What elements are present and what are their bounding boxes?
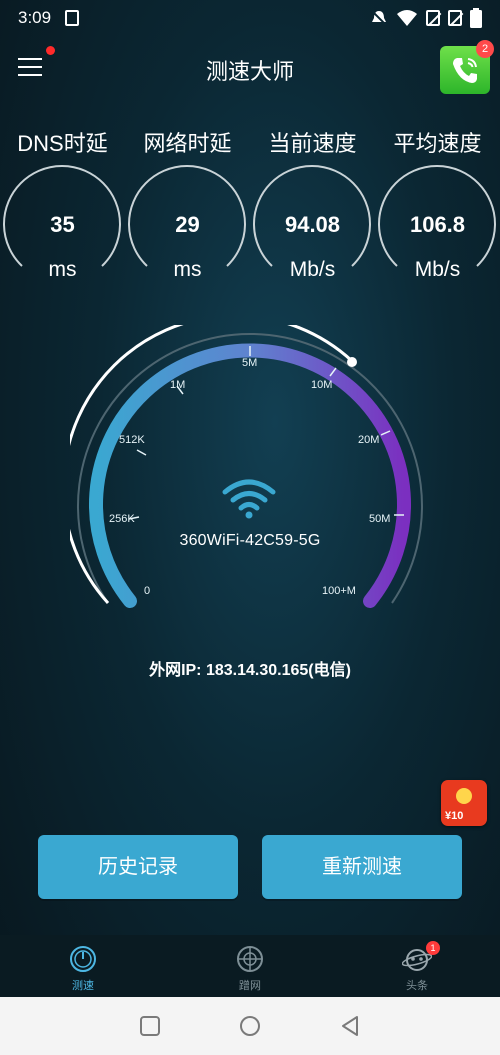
tab-label: 蹭网	[239, 980, 261, 992]
app-bar: 测速大师 2	[0, 36, 500, 100]
radar-icon	[237, 946, 263, 972]
gauge-label-512k: 512K	[119, 434, 145, 446]
metric-unit: ms	[173, 258, 202, 281]
metric-average-speed: 平均速度 106.8 Mb/s	[375, 120, 500, 300]
bottom-tab-bar: 测速 蹭网 1 头条	[0, 935, 500, 997]
metric-label: DNS时延	[17, 131, 108, 156]
metric-value: 29	[175, 212, 200, 237]
retest-button[interactable]: 重新测速	[262, 835, 462, 899]
call-button[interactable]: 2	[440, 40, 494, 94]
tab-headlines[interactable]: 1 头条	[334, 935, 500, 997]
metric-label: 当前速度	[268, 131, 357, 156]
gauge-label-50m: 50M	[369, 513, 391, 525]
gauge-label-1m: 1M	[170, 379, 186, 391]
red-packet-reward-button[interactable]: ¥10	[441, 780, 487, 826]
gauge-scale-arc	[89, 343, 411, 608]
metric-label: 平均速度	[393, 131, 482, 156]
gauge-label-20m: 20M	[358, 434, 380, 446]
history-button[interactable]: 历史记录	[38, 835, 238, 899]
gauge-label-0: 0	[144, 585, 151, 597]
gauge-outer-arc	[77, 333, 423, 604]
back-button[interactable]	[337, 1013, 363, 1039]
wifi-ssid: 360WiFi-42C59-5G	[179, 532, 321, 549]
reward-amount: ¥10	[445, 810, 464, 822]
tab-wifi-share[interactable]: 蹭网	[167, 935, 333, 997]
metric-value: 106.8	[409, 212, 466, 237]
tab-label: 测速	[72, 980, 94, 992]
system-nav-bar	[0, 997, 500, 1055]
page-title: 测速大师	[205, 59, 294, 84]
mute-icon	[371, 10, 387, 26]
gauge-indicator-dot	[347, 357, 357, 367]
metric-label: 网络时延	[143, 131, 232, 156]
tab-speedtest[interactable]: 测速	[0, 935, 166, 997]
gauge-label-5m: 5M	[242, 357, 258, 369]
speedometer-icon	[70, 946, 96, 972]
wifi-icon	[222, 479, 276, 519]
metric-unit: Mb/s	[414, 258, 461, 281]
sim-slot-1-icon	[426, 10, 440, 26]
gauge-label-10m: 10M	[311, 379, 333, 391]
status-bar: 3:09	[0, 0, 500, 36]
home-button[interactable]	[237, 1013, 263, 1039]
metric-dns-latency: DNS时延 35 ms	[0, 120, 125, 300]
metric-network-latency: 网络时延 29 ms	[125, 120, 250, 300]
metric-value: 94.08	[284, 212, 341, 237]
sim-slot-2-icon	[448, 10, 462, 26]
battery-icon	[470, 8, 482, 28]
tab-label: 头条	[406, 980, 428, 992]
phone-icon	[453, 58, 477, 83]
metrics-row: DNS时延 35 ms 网络时延 29 ms 当前速度 94.08 Mb/s 平…	[0, 120, 500, 300]
coin-icon	[456, 788, 472, 804]
recents-button[interactable]	[137, 1013, 163, 1039]
notification-icon	[65, 10, 80, 26]
gauge-label-100m: 100+M	[322, 585, 356, 597]
call-badge: 2	[476, 40, 494, 58]
public-ip-text: 外网IP: 183.14.30.165(电信)	[149, 662, 351, 679]
tab-badge: 1	[426, 941, 440, 955]
metric-unit: Mb/s	[289, 258, 336, 281]
gauge-label-256k: 256K	[109, 513, 135, 525]
metric-current-speed: 当前速度 94.08 Mb/s	[250, 120, 375, 300]
wifi-signal-icon	[397, 10, 417, 26]
metric-value: 35	[50, 212, 75, 237]
metric-unit: ms	[48, 258, 77, 281]
status-time: 3:09	[18, 8, 52, 27]
